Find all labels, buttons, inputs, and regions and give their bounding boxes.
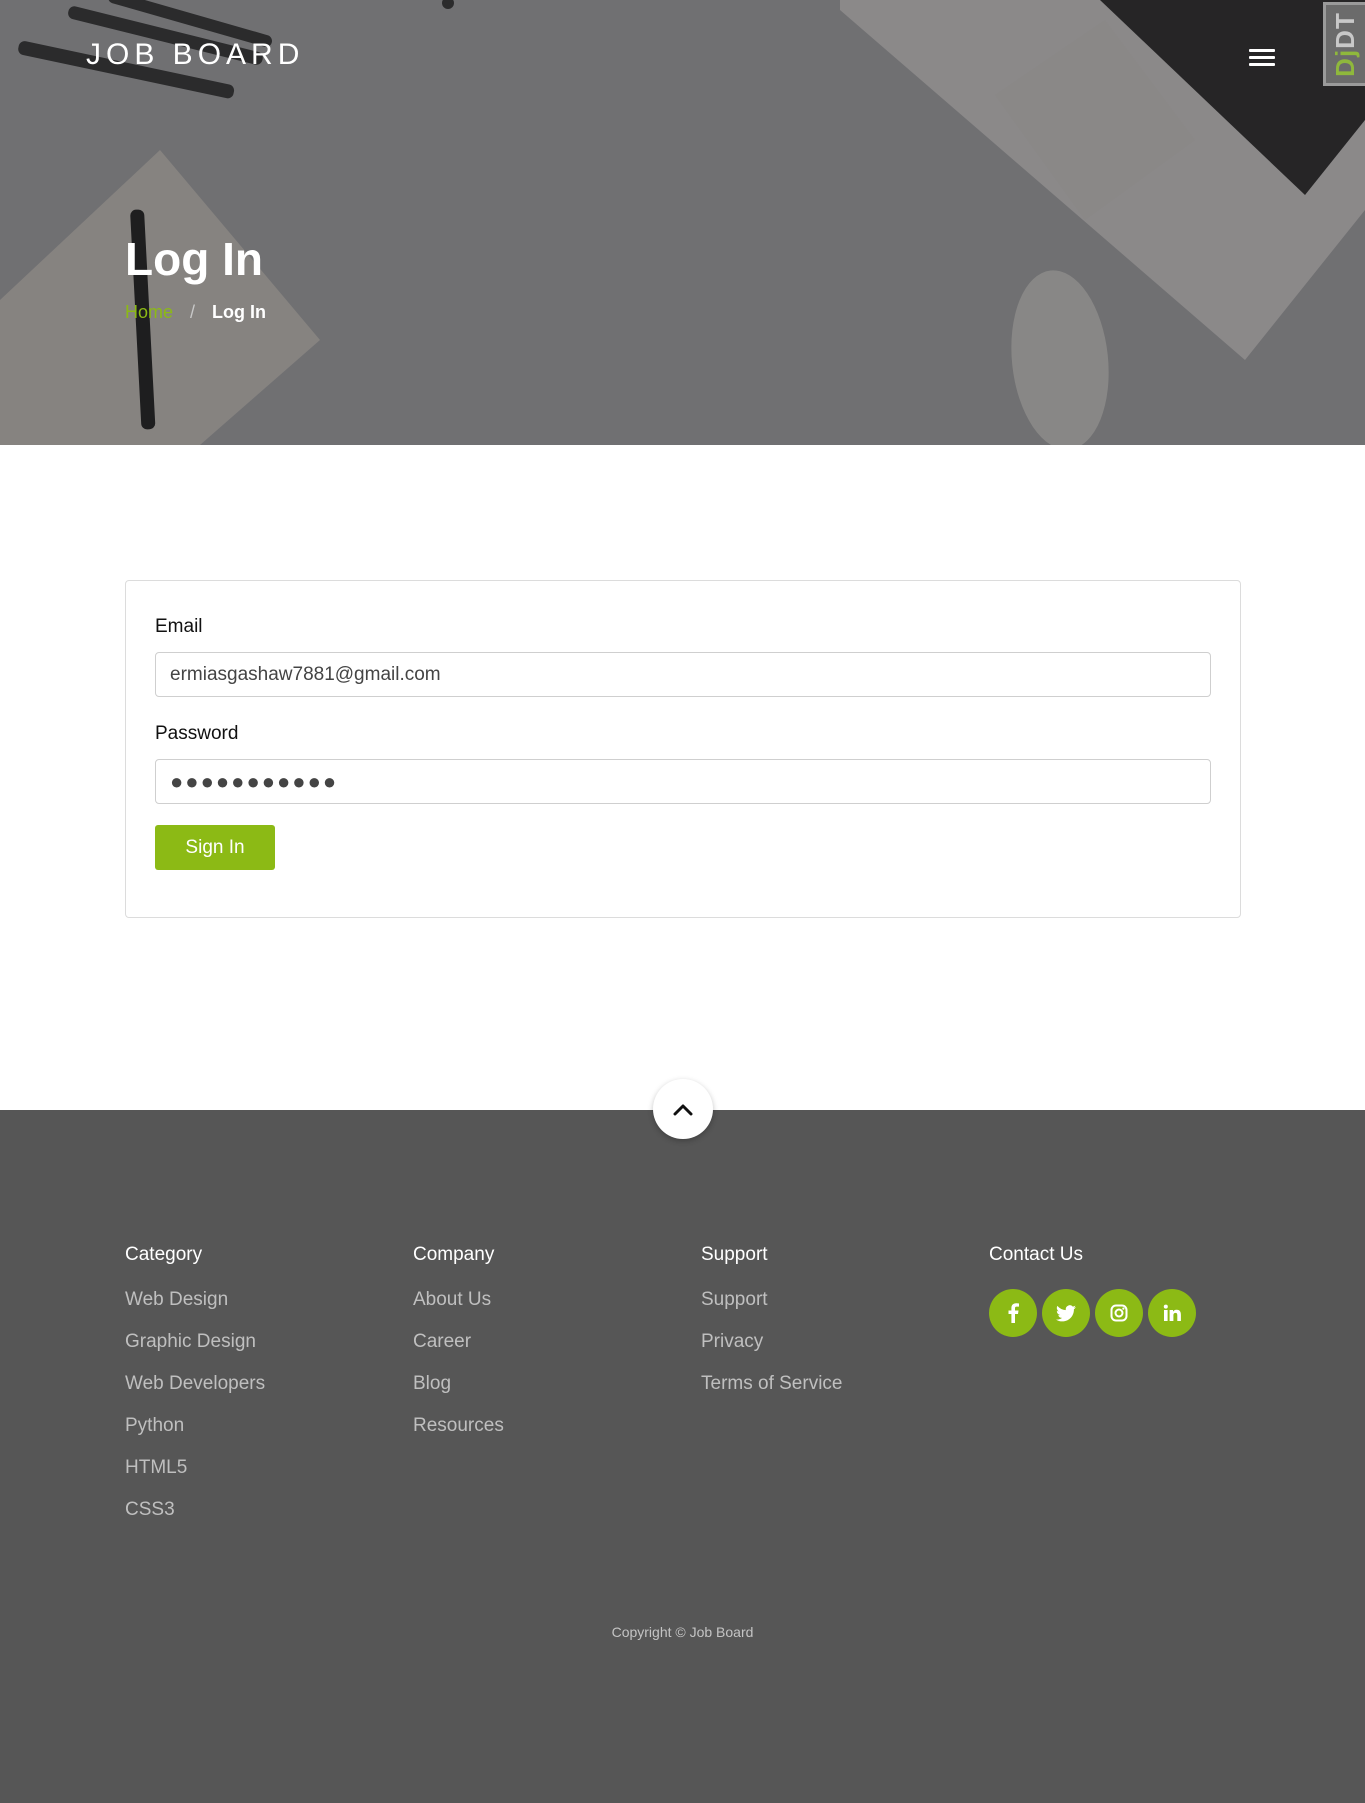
scroll-to-top-button[interactable]	[653, 1079, 713, 1139]
password-field[interactable]	[155, 759, 1211, 804]
hero-banner: JOB BOARD DjDT Log In Home / Log In	[0, 0, 1365, 445]
footer-link[interactable]: Support	[701, 1289, 842, 1331]
email-field[interactable]	[155, 652, 1211, 697]
footer-link[interactable]: HTML5	[125, 1457, 265, 1499]
footer-column-title: Company	[413, 1244, 495, 1265]
footer-column-contact: Contact Us	[989, 1244, 1196, 1337]
footer-link[interactable]: Privacy	[701, 1331, 842, 1373]
footer-link[interactable]: Graphic Design	[125, 1331, 265, 1373]
social-links	[989, 1289, 1196, 1337]
email-label: Email	[155, 616, 203, 637]
footer-link[interactable]: Resources	[413, 1415, 504, 1457]
facebook-icon[interactable]	[989, 1289, 1037, 1337]
linkedin-icon[interactable]	[1148, 1289, 1196, 1337]
twitter-icon[interactable]	[1042, 1289, 1090, 1337]
footer-column-company: Company About Us Career Blog Resources	[413, 1244, 504, 1457]
site-logo[interactable]: JOB BOARD	[86, 38, 304, 72]
debug-toolbar-label: DjDT	[1330, 11, 1361, 77]
breadcrumb: Home / Log In	[125, 302, 266, 323]
footer-column-title: Contact Us	[989, 1244, 1083, 1265]
footer-link[interactable]: CSS3	[125, 1499, 265, 1541]
footer-link[interactable]: About Us	[413, 1289, 504, 1331]
footer-link[interactable]: Career	[413, 1331, 504, 1373]
breadcrumb-home-link[interactable]: Home	[125, 302, 173, 323]
footer-link[interactable]: Terms of Service	[701, 1373, 842, 1415]
footer-link[interactable]: Web Design	[125, 1289, 265, 1331]
footer-link[interactable]: Blog	[413, 1373, 504, 1415]
breadcrumb-separator: /	[190, 302, 196, 322]
sign-in-button[interactable]: Sign In	[155, 825, 275, 870]
instagram-icon[interactable]	[1095, 1289, 1143, 1337]
password-label: Password	[155, 723, 239, 744]
chevron-up-icon	[673, 1104, 693, 1116]
login-form: Email Password Sign In	[125, 580, 1241, 918]
page-title: Log In	[125, 233, 263, 285]
hamburger-menu-icon[interactable]	[1249, 49, 1275, 69]
footer-link[interactable]: Python	[125, 1415, 265, 1457]
footer-column-support: Support Support Privacy Terms of Service	[701, 1244, 842, 1415]
footer-column-title: Support	[701, 1244, 768, 1265]
copyright-text: Copyright © Job Board	[611, 1624, 754, 1640]
debug-toolbar-handle[interactable]: DjDT	[1323, 2, 1365, 86]
breadcrumb-current: Log In	[212, 302, 267, 322]
footer-link[interactable]: Web Developers	[125, 1373, 265, 1415]
footer-column-category: Category Web Design Graphic Design Web D…	[125, 1244, 265, 1541]
footer-column-title: Category	[125, 1244, 203, 1265]
